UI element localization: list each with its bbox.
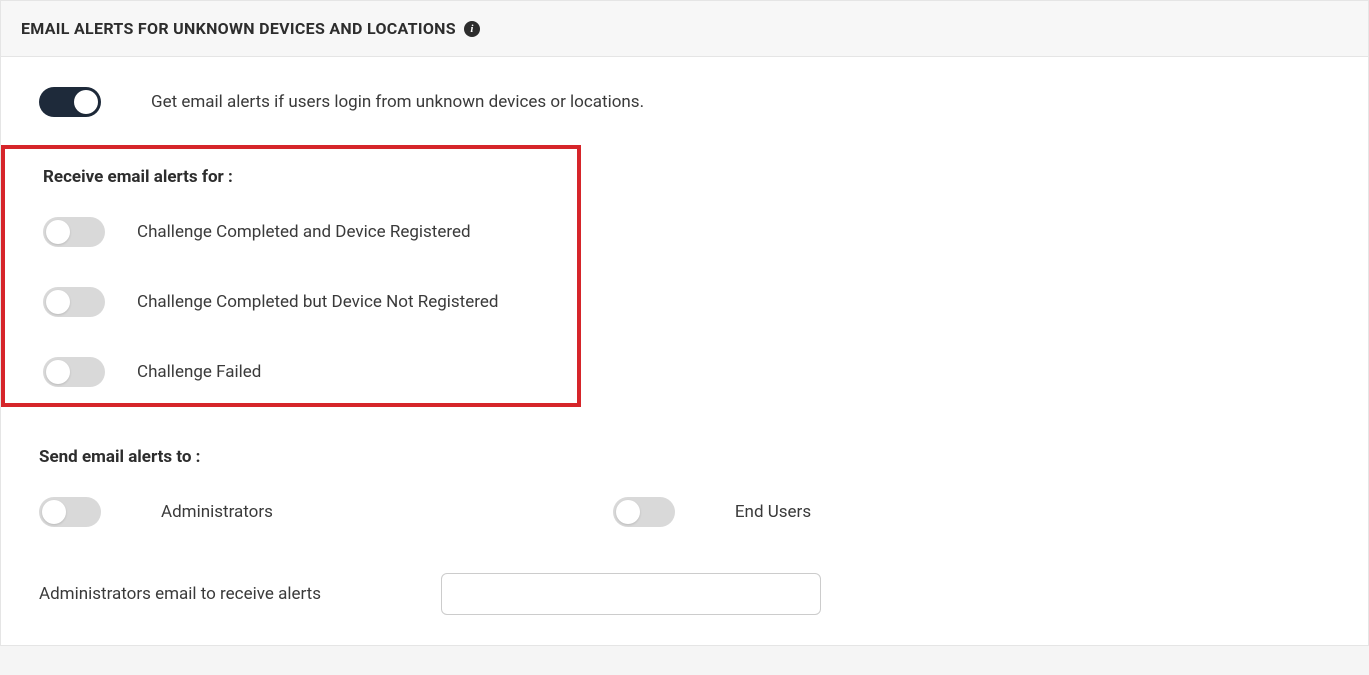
send-section-title: Send email alerts to : [39,447,1330,467]
receive-section-title: Receive email alerts for : [43,167,577,187]
send-col-administrators: Administrators [39,497,273,527]
info-icon[interactable]: i [464,21,480,37]
toggle-challenge-completed-not-registered[interactable] [43,287,105,317]
send-row: Administrators End Users [39,497,1330,527]
option-label-administrators: Administrators [161,502,273,522]
receive-section-highlight: Receive email alerts for : Challenge Com… [1,145,581,407]
email-alerts-toggle[interactable] [39,87,101,117]
panel-title: EMAIL ALERTS FOR UNKNOWN DEVICES AND LOC… [21,19,456,38]
toggle-challenge-completed-registered[interactable] [43,217,105,247]
panel-body: Get email alerts if users login from unk… [1,57,1368,645]
toggle-knob [46,360,70,384]
option-label: Challenge Completed but Device Not Regis… [137,292,498,312]
admin-email-row: Administrators email to receive alerts [39,573,1330,615]
option-row-challenge-failed: Challenge Failed [43,357,577,387]
admin-email-label: Administrators email to receive alerts [39,584,321,604]
option-row-challenge-completed-not-registered: Challenge Completed but Device Not Regis… [43,287,577,317]
toggle-knob [46,290,70,314]
toggle-knob [46,220,70,244]
toggle-knob [74,90,98,114]
option-label-end-users: End Users [735,502,811,522]
admin-email-input[interactable] [441,573,821,615]
email-alerts-description: Get email alerts if users login from unk… [151,92,644,112]
main-toggle-row: Get email alerts if users login from unk… [39,87,1330,117]
option-label: Challenge Completed and Device Registere… [137,222,471,242]
toggle-knob [42,500,66,524]
toggle-knob [616,500,640,524]
send-col-end-users: End Users [613,497,811,527]
panel-header: EMAIL ALERTS FOR UNKNOWN DEVICES AND LOC… [1,1,1368,57]
option-row-challenge-completed-registered: Challenge Completed and Device Registere… [43,217,577,247]
option-label: Challenge Failed [137,362,261,382]
email-alerts-panel: EMAIL ALERTS FOR UNKNOWN DEVICES AND LOC… [0,0,1369,646]
toggle-challenge-failed[interactable] [43,357,105,387]
toggle-end-users[interactable] [613,497,675,527]
toggle-administrators[interactable] [39,497,101,527]
